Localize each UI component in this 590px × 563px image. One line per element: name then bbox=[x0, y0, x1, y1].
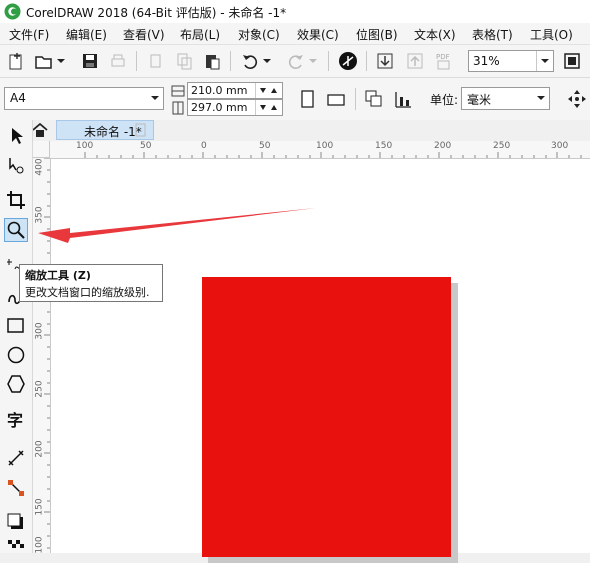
corel-connect-icon[interactable] bbox=[336, 49, 360, 73]
full-screen-icon[interactable] bbox=[560, 49, 584, 73]
standard-toolbar: PDF 31% bbox=[0, 45, 590, 78]
coreldraw-logo-icon bbox=[4, 3, 21, 20]
toolbox: 字 bbox=[0, 120, 33, 553]
unit-combo[interactable]: 毫米 bbox=[461, 87, 550, 110]
horizontal-ruler[interactable]: 100 50 0 50 100 150 200 250 300 bbox=[33, 141, 590, 159]
page-size-combo[interactable]: A4 bbox=[4, 87, 164, 110]
zoom-tool-icon[interactable] bbox=[4, 218, 28, 242]
new-tab-icon[interactable] bbox=[135, 123, 147, 140]
page-width-value: 210.0 mm bbox=[191, 84, 248, 97]
menu-edit[interactable]: 编辑(E) bbox=[66, 26, 107, 43]
zoom-dropdown-chevron-icon[interactable] bbox=[536, 51, 553, 71]
landscape-orientation-icon[interactable] bbox=[324, 87, 348, 111]
svg-text:PDF: PDF bbox=[436, 53, 450, 61]
menu-layout[interactable]: 布局(L) bbox=[180, 26, 220, 43]
save-icon[interactable] bbox=[78, 49, 102, 73]
undo-dropdown-chevron-icon[interactable] bbox=[260, 49, 274, 73]
document-tab-bar: 未命名 -1* bbox=[30, 120, 590, 141]
polygon-tool-icon[interactable] bbox=[4, 372, 28, 396]
unit-chevron-down-icon bbox=[536, 92, 546, 107]
cut-icon[interactable] bbox=[144, 49, 168, 73]
property-bar: A4 210.0 mm 297.0 mm 单位: 毫米 bbox=[0, 78, 590, 121]
redo-dropdown-chevron-icon[interactable] bbox=[306, 49, 320, 73]
new-document-icon[interactable] bbox=[4, 49, 28, 73]
page-height-spinner[interactable] bbox=[255, 100, 282, 115]
home-icon[interactable] bbox=[32, 122, 48, 141]
menu-tools[interactable]: 工具(O) bbox=[530, 26, 573, 43]
window-title: CorelDRAW 2018 (64-Bit 评估版) - 未命名 -1* bbox=[26, 6, 287, 20]
page-width-spinner[interactable] bbox=[255, 83, 282, 98]
text-tool-icon[interactable]: 字 bbox=[4, 408, 28, 432]
page-size-chevron-down-icon bbox=[150, 92, 160, 107]
ruler-origin[interactable] bbox=[33, 141, 50, 158]
page-width-field[interactable]: 210.0 mm bbox=[187, 82, 283, 99]
transparency-tool-icon[interactable] bbox=[4, 538, 28, 552]
unit-value: 毫米 bbox=[467, 93, 492, 107]
undo-icon[interactable] bbox=[238, 49, 262, 73]
menu-effects[interactable]: 效果(C) bbox=[297, 26, 339, 43]
open-folder-icon[interactable] bbox=[32, 49, 56, 73]
menu-table[interactable]: 表格(T) bbox=[472, 26, 513, 43]
crop-tool-icon[interactable] bbox=[4, 188, 28, 212]
page-height-icon bbox=[171, 101, 185, 118]
zoom-level-combo[interactable]: 31% bbox=[468, 50, 554, 72]
title-bar: CorelDRAW 2018 (64-Bit 评估版) - 未命名 -1* bbox=[0, 0, 590, 23]
menu-text[interactable]: 文本(X) bbox=[414, 26, 456, 43]
open-dropdown-chevron-icon[interactable] bbox=[54, 49, 68, 73]
paste-icon[interactable] bbox=[200, 49, 224, 73]
import-icon[interactable] bbox=[373, 49, 397, 73]
page-size-value: A4 bbox=[10, 91, 26, 105]
page-height-field[interactable]: 297.0 mm bbox=[187, 99, 283, 116]
connector-tool-icon[interactable] bbox=[4, 476, 28, 500]
publish-pdf-icon[interactable]: PDF bbox=[432, 49, 456, 73]
copy-icon[interactable] bbox=[172, 49, 196, 73]
menu-view[interactable]: 查看(V) bbox=[123, 26, 165, 43]
drop-shadow-tool-icon[interactable] bbox=[4, 510, 28, 534]
all-pages-icon[interactable] bbox=[362, 87, 386, 111]
parallel-dimension-tool-icon[interactable] bbox=[4, 446, 28, 470]
current-page-icon[interactable] bbox=[391, 87, 415, 111]
portrait-orientation-icon[interactable] bbox=[296, 87, 320, 111]
shape-tool-icon[interactable] bbox=[4, 154, 28, 178]
nudge-distance-icon[interactable] bbox=[565, 87, 589, 111]
print-icon[interactable] bbox=[106, 49, 130, 73]
h-ruler-ticks bbox=[84, 152, 582, 158]
tooltip-title: 缩放工具 (Z) bbox=[25, 269, 91, 282]
rectangle-tool-icon[interactable] bbox=[4, 314, 28, 338]
menu-bitmap[interactable]: 位图(B) bbox=[356, 26, 398, 43]
menu-object[interactable]: 对象(C) bbox=[238, 26, 280, 43]
export-icon[interactable] bbox=[403, 49, 427, 73]
menu-bar: 文件(F) 编辑(E) 查看(V) 布局(L) 对象(C) 效果(C) 位图(B… bbox=[0, 23, 590, 45]
svg-text:字: 字 bbox=[7, 411, 23, 430]
document-tab-label: 未命名 -1* bbox=[84, 125, 142, 139]
pick-tool-icon[interactable] bbox=[4, 124, 28, 148]
zoom-level-value: 31% bbox=[473, 54, 500, 68]
page-width-icon bbox=[171, 84, 185, 101]
ellipse-tool-icon[interactable] bbox=[4, 343, 28, 367]
page-height-value: 297.0 mm bbox=[191, 101, 248, 114]
menu-file[interactable]: 文件(F) bbox=[9, 26, 49, 43]
redo-icon[interactable] bbox=[284, 49, 308, 73]
annotation-arrow bbox=[38, 208, 316, 243]
zoom-tool-tooltip: 缩放工具 (Z) 更改文档窗口的缩放级别. bbox=[19, 264, 163, 302]
unit-label: 单位: bbox=[430, 93, 459, 107]
tooltip-description: 更改文档窗口的缩放级别. bbox=[25, 286, 150, 299]
document-page-red-rectangle[interactable] bbox=[202, 277, 451, 557]
